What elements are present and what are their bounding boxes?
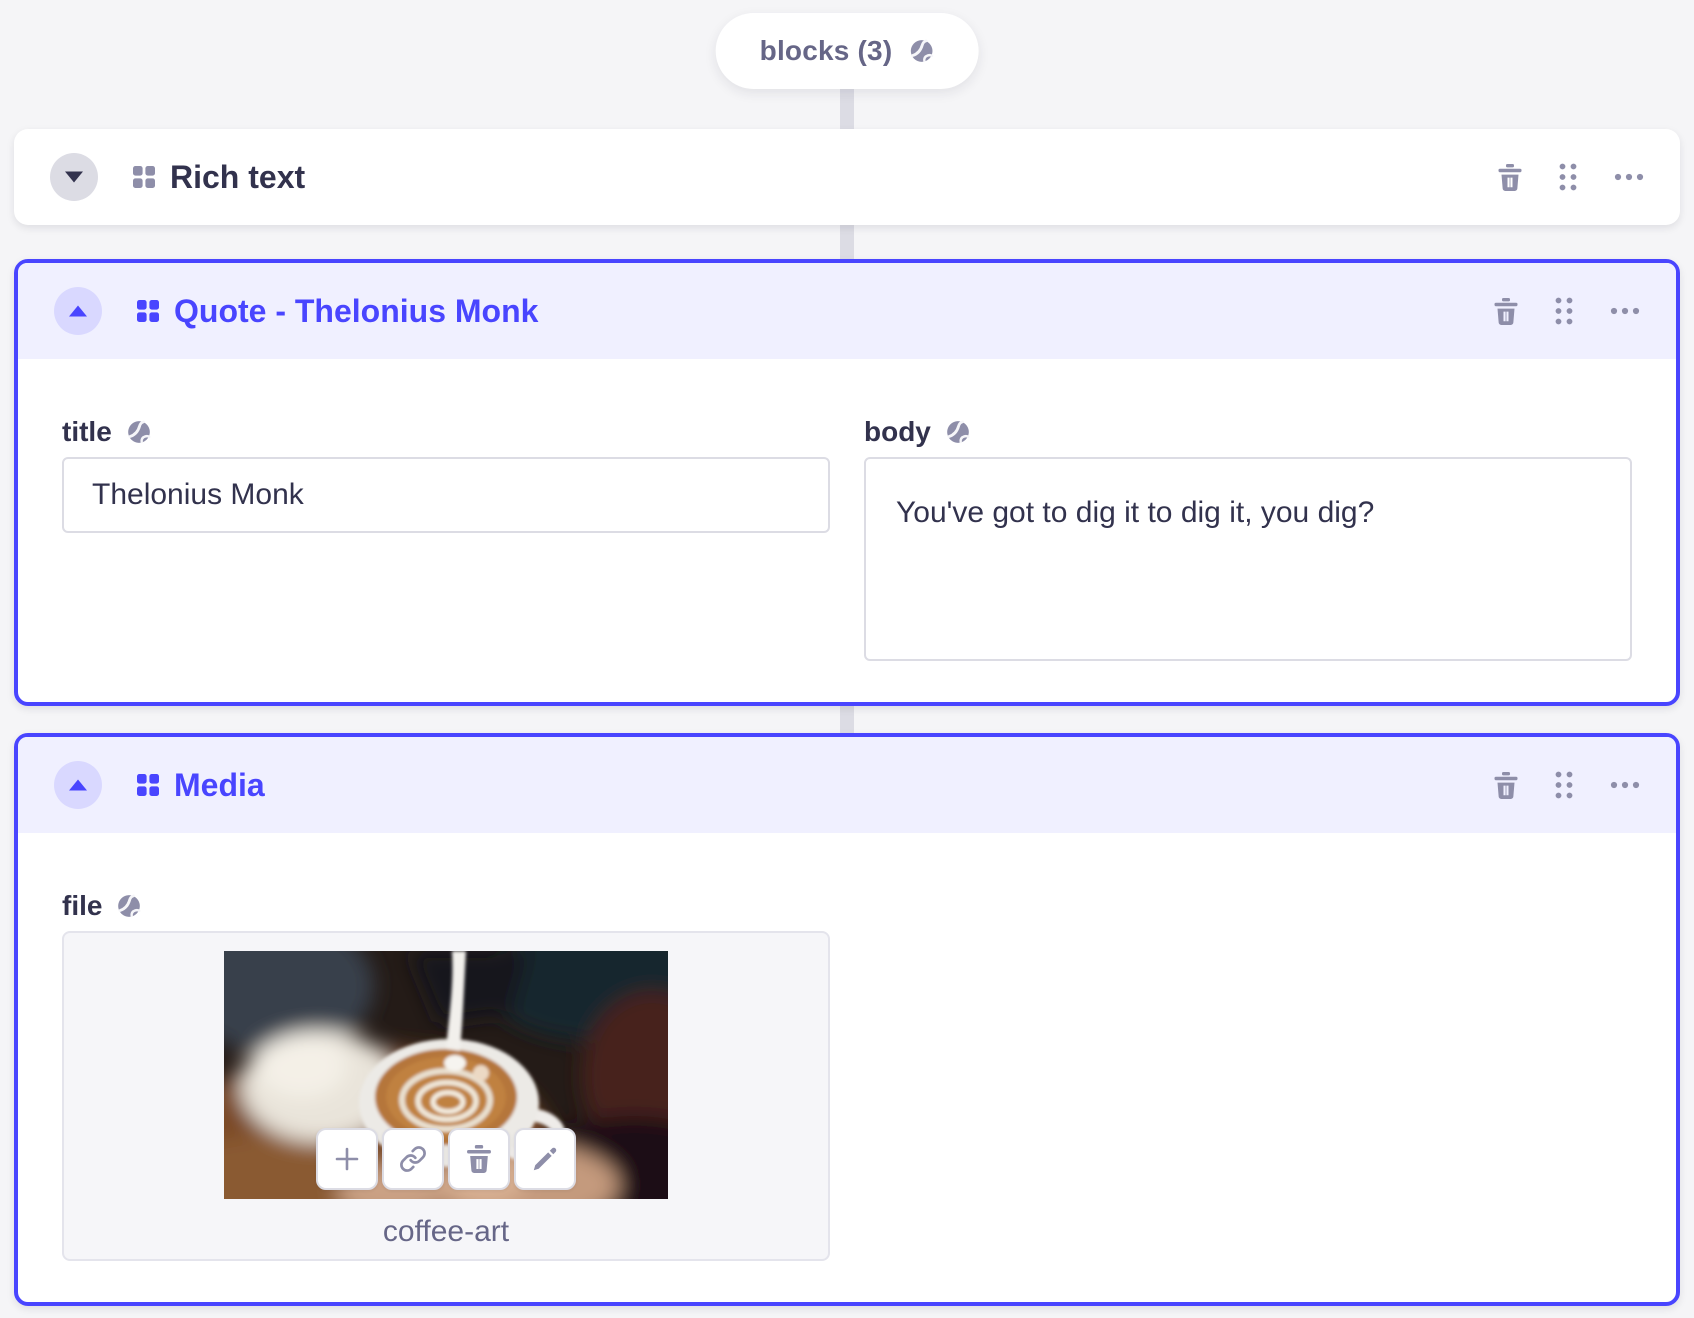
block-header: Quote - Thelonius Monk bbox=[18, 263, 1676, 359]
link-icon bbox=[399, 1145, 427, 1173]
drag-handle-icon bbox=[1554, 770, 1574, 800]
block-content: file coffee-art bbox=[18, 833, 1676, 1261]
trash-icon bbox=[1498, 164, 1522, 191]
block-actions bbox=[1494, 296, 1640, 326]
block-rich-text: Rich text bbox=[14, 129, 1680, 225]
body-textarea[interactable]: You've got to dig it to dig it, you dig? bbox=[864, 457, 1632, 661]
delete-block-button[interactable] bbox=[1494, 298, 1518, 325]
block-title: Quote - Thelonius Monk bbox=[174, 292, 539, 329]
chevron-up-icon bbox=[68, 779, 88, 791]
trash-icon bbox=[1494, 772, 1518, 799]
more-options-button[interactable] bbox=[1614, 173, 1644, 181]
drag-block-handle[interactable] bbox=[1558, 162, 1578, 192]
globe-icon bbox=[126, 419, 152, 445]
block-actions bbox=[1498, 162, 1644, 192]
more-options-button[interactable] bbox=[1610, 781, 1640, 789]
chevron-down-icon bbox=[64, 171, 84, 183]
plus-icon bbox=[333, 1145, 361, 1173]
block-quote: Quote - Thelonius Monk title body You've… bbox=[14, 259, 1680, 706]
block-connector bbox=[840, 86, 854, 132]
media-asset-photo bbox=[224, 951, 668, 1199]
blocks-icon bbox=[136, 299, 160, 323]
field-label-body: body bbox=[864, 415, 1632, 449]
title-input[interactable] bbox=[62, 457, 830, 533]
collapse-block-button[interactable] bbox=[54, 287, 102, 335]
media-asset-card: coffee-art bbox=[62, 931, 830, 1261]
chevron-up-icon bbox=[68, 305, 88, 317]
more-options-icon bbox=[1614, 173, 1644, 181]
more-options-button[interactable] bbox=[1610, 307, 1640, 315]
drag-block-handle[interactable] bbox=[1554, 770, 1574, 800]
globe-icon bbox=[908, 38, 934, 64]
delete-block-button[interactable] bbox=[1498, 164, 1522, 191]
block-title: Rich text bbox=[170, 158, 306, 195]
block-header: Media bbox=[18, 737, 1676, 833]
globe-icon bbox=[945, 419, 971, 445]
block-connector bbox=[840, 222, 854, 262]
blocks-count-pill: blocks (3) bbox=[715, 13, 979, 89]
title-field-group: title bbox=[62, 415, 830, 666]
more-options-icon bbox=[1610, 307, 1640, 315]
block-title: Media bbox=[174, 766, 265, 803]
field-label-text: title bbox=[62, 416, 112, 447]
blocks-icon bbox=[136, 773, 160, 797]
media-asset-filename: coffee-art bbox=[382, 1215, 510, 1248]
delete-block-button[interactable] bbox=[1494, 772, 1518, 799]
file-field-group: file coffee-art bbox=[62, 889, 1632, 1261]
field-label-text: file bbox=[62, 890, 103, 921]
trash-icon bbox=[1494, 298, 1518, 325]
globe-icon bbox=[116, 893, 142, 919]
blocks-icon bbox=[132, 165, 156, 189]
field-label-file: file bbox=[62, 889, 1632, 923]
block-header: Rich text bbox=[14, 129, 1680, 225]
drag-handle-icon bbox=[1558, 162, 1578, 192]
copy-link-button[interactable] bbox=[382, 1128, 444, 1190]
body-field-group: body You've got to dig it to dig it, you… bbox=[864, 415, 1632, 666]
delete-asset-button[interactable] bbox=[448, 1128, 510, 1190]
expand-block-button[interactable] bbox=[50, 153, 98, 201]
trash-icon bbox=[465, 1145, 493, 1173]
field-label-text: body bbox=[864, 416, 931, 447]
field-label-title: title bbox=[62, 415, 830, 449]
block-content: title body You've got to dig it to dig i… bbox=[18, 359, 1676, 666]
blocks-count-label: blocks (3) bbox=[759, 35, 893, 66]
more-options-icon bbox=[1610, 781, 1640, 789]
pencil-icon bbox=[531, 1145, 559, 1173]
drag-block-handle[interactable] bbox=[1554, 296, 1574, 326]
block-media: Media file coffee-art bbox=[14, 733, 1680, 1306]
media-actions-toolbar bbox=[316, 1128, 576, 1190]
edit-asset-button[interactable] bbox=[514, 1128, 576, 1190]
drag-handle-icon bbox=[1554, 296, 1574, 326]
collapse-block-button[interactable] bbox=[54, 761, 102, 809]
block-actions bbox=[1494, 770, 1640, 800]
block-connector bbox=[840, 703, 854, 736]
add-asset-button[interactable] bbox=[316, 1128, 378, 1190]
